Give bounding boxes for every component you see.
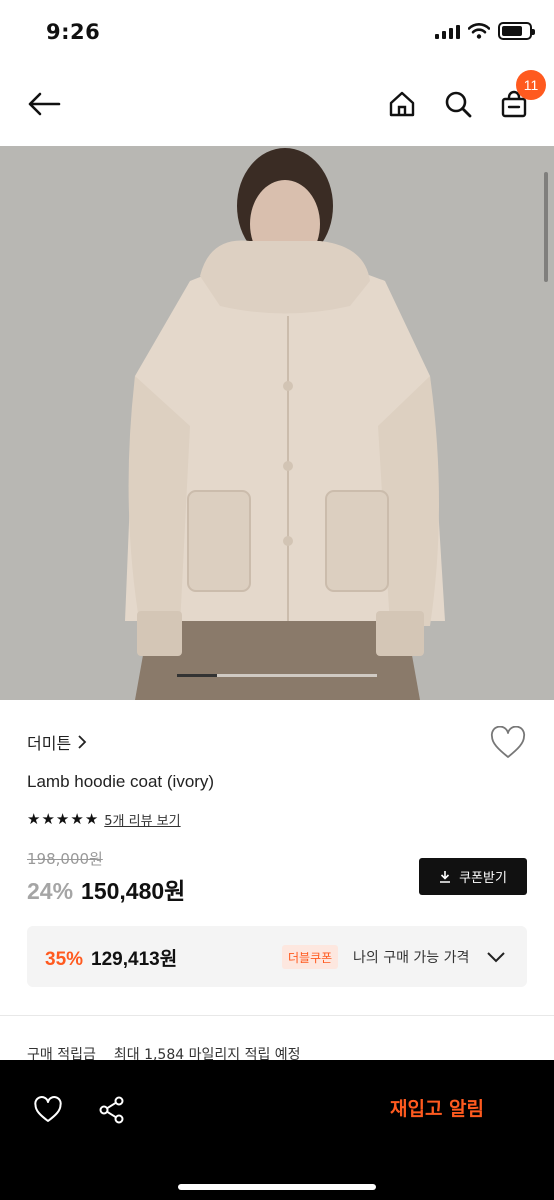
rating-stars: ★ ★ ★ ★ ★	[27, 812, 98, 827]
home-icon	[389, 91, 415, 117]
share-button[interactable]	[92, 1090, 132, 1130]
section-divider	[0, 1015, 554, 1016]
brand-link[interactable]: 더미튼	[27, 730, 87, 754]
battery-level	[502, 26, 522, 36]
status-bar: 9:26	[0, 0, 554, 64]
home-indicator	[178, 1184, 376, 1190]
star-icon: ★	[41, 810, 55, 828]
status-icons	[435, 22, 535, 40]
bottom-wishlist-button[interactable]	[28, 1090, 68, 1130]
star-icon: ★	[55, 810, 70, 828]
search-icon	[445, 91, 472, 118]
rating-row: ★ ★ ★ ★ ★ 5개 리뷰 보기	[27, 810, 181, 830]
battery-icon	[498, 22, 535, 40]
discount-rate: 24%	[27, 878, 74, 904]
coupon-button[interactable]: 쿠폰받기	[419, 858, 527, 895]
search-button[interactable]	[438, 84, 478, 124]
best-price-value: 129,413원	[91, 949, 178, 970]
bottom-action-bar: 재입고 알림	[0, 1060, 554, 1200]
home-button[interactable]	[382, 84, 422, 124]
cart-count-badge: 11	[516, 70, 546, 100]
chevron-down-icon	[487, 952, 505, 963]
coupon-button-label: 쿠폰받기	[459, 871, 507, 886]
best-discount-rate: 35%	[45, 949, 84, 970]
product-name: Lamb hoodie coat (ivory)	[27, 772, 215, 791]
original-price: 198,000원	[27, 850, 103, 868]
review-link[interactable]: 5개 리뷰 보기	[104, 810, 180, 829]
product-image[interactable]	[0, 146, 554, 700]
carousel-progress	[177, 674, 377, 677]
chevron-right-icon	[78, 735, 87, 749]
price-row: 24% 150,480원	[27, 872, 185, 906]
nav-bar: 11	[0, 64, 554, 146]
best-price-label: 나의 구매 가능 가격	[353, 950, 470, 966]
best-price-panel[interactable]: 35% 129,413원 더블쿠폰 나의 구매 가능 가격	[27, 926, 527, 987]
wishlist-button[interactable]	[489, 725, 527, 762]
restock-alert-button[interactable]: 재입고 알림	[390, 1094, 484, 1121]
share-icon	[99, 1096, 124, 1124]
star-icon: ★	[27, 810, 41, 828]
wifi-icon	[468, 23, 490, 39]
image-scrollbar	[544, 172, 548, 282]
star-icon: ★	[70, 810, 84, 828]
sale-price: 150,480원	[81, 878, 186, 904]
carousel-progress-fill	[177, 674, 217, 677]
product-photo	[0, 146, 554, 700]
heart-icon	[490, 725, 526, 758]
download-icon	[440, 871, 451, 883]
heart-icon	[34, 1096, 62, 1122]
double-coupon-badge: 더블쿠폰	[282, 945, 339, 969]
back-arrow-icon	[28, 92, 61, 116]
best-price-left: 35% 129,413원	[45, 944, 177, 971]
signal-icon	[435, 23, 460, 39]
star-icon: ★	[84, 810, 99, 828]
brand-name: 더미튼	[27, 734, 72, 753]
cart-button[interactable]: 11	[494, 70, 546, 124]
back-button[interactable]	[24, 84, 64, 124]
status-time: 9:26	[46, 20, 101, 44]
